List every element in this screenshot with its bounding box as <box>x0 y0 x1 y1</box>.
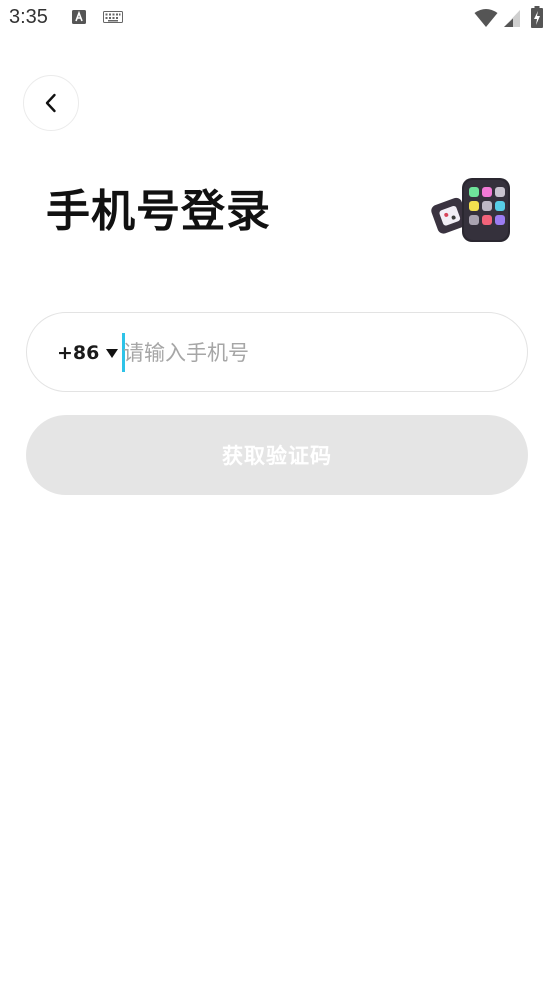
signal-icon <box>504 10 520 27</box>
chevron-left-icon <box>45 93 56 113</box>
country-code-selector[interactable]: +86 <box>57 339 119 367</box>
get-code-label: 获取验证码 <box>222 444 332 468</box>
battery-charging-icon <box>531 6 543 28</box>
status-time: 3:35 <box>9 6 48 28</box>
triangle-down-icon <box>106 348 119 358</box>
login-screen: 3:35 手机号登录 +86 请输入手机号 获取验证码 <box>0 0 554 985</box>
text-a-icon <box>72 10 86 24</box>
phone-apps-illustration <box>431 178 510 242</box>
back-button[interactable] <box>23 75 79 131</box>
phone-number-input[interactable] <box>123 333 503 373</box>
wifi-icon <box>474 9 498 27</box>
page-title: 手机号登录 <box>46 186 271 237</box>
keyboard-icon <box>103 11 123 23</box>
get-code-button[interactable]: 获取验证码 <box>26 415 528 495</box>
status-bar: 3:35 <box>0 0 554 36</box>
phone-input-container: +86 <box>26 312 528 392</box>
country-code-label: +86 <box>57 342 100 364</box>
